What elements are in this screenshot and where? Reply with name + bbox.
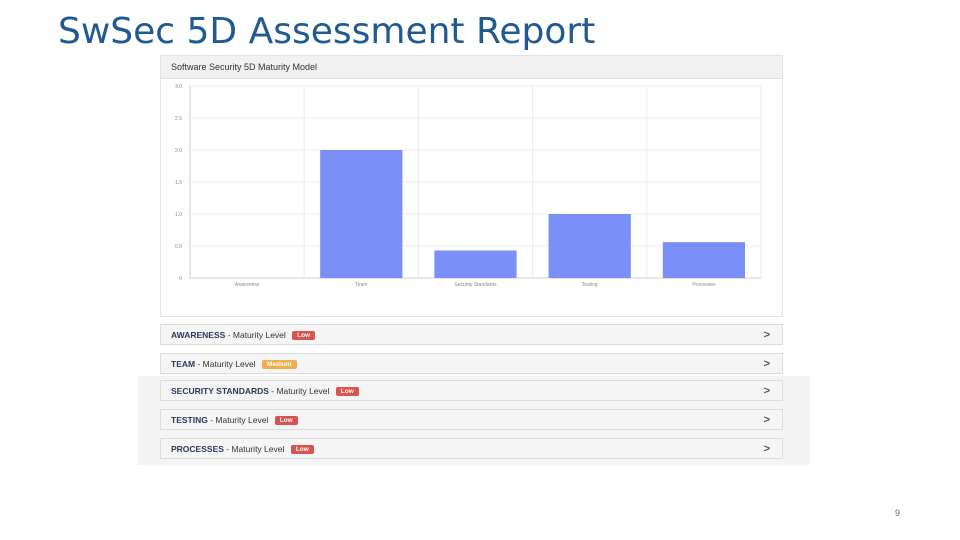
chart-panel-header: Software Security 5D Maturity Model [161, 56, 782, 79]
level-suffix: - Maturity Level [268, 386, 330, 396]
level-suffix: - Maturity Level [223, 444, 285, 454]
status-badge: Medium [261, 360, 297, 370]
level-category: TEAM [171, 359, 196, 369]
x-tick-label: Testing [582, 282, 598, 288]
level-category: AWARENESS [171, 330, 226, 340]
y-tick-label: 0 [179, 276, 182, 282]
x-tick-label: Processes [692, 282, 716, 288]
y-tick-label: 0.5 [175, 244, 182, 250]
level-category: TESTING [171, 415, 208, 425]
maturity-bar-chart: 0 0.5 1.0 1.5 2.0 2.5 3.0 Awareness Team Security… [175, 84, 762, 288]
chevron-right-icon[interactable]: > [764, 381, 770, 401]
level-row-processes[interactable]: PROCESSES - Maturity Level Low > [160, 438, 783, 459]
level-row-security-standards[interactable]: SECURITY STANDARDS - Maturity Level Low … [160, 380, 783, 401]
status-badge: Low [290, 445, 314, 455]
x-tick-label: Security Standards [454, 282, 497, 288]
level-row-testing[interactable]: TESTING - Maturity Level Low > [160, 409, 783, 430]
chart-panel: Software Security 5D Maturity Model 0 0.5… [160, 55, 783, 317]
slide-title: SwSec 5D Assessment Report [58, 11, 596, 50]
chevron-right-icon[interactable]: > [764, 354, 770, 374]
level-suffix: - Maturity Level [225, 330, 286, 340]
bar-testing [548, 214, 631, 278]
level-suffix: - Maturity Level [195, 359, 256, 369]
level-suffix: - Maturity Level [207, 415, 269, 425]
x-tick-label: Awareness [235, 282, 260, 288]
y-tick-label: 1.5 [175, 180, 182, 186]
status-badge: Low [274, 416, 298, 426]
page-number: 9 [895, 508, 901, 518]
chevron-right-icon[interactable]: > [764, 325, 770, 345]
y-tick-label: 1.0 [175, 212, 182, 218]
status-badge: Low [292, 331, 316, 341]
bar-team [320, 150, 403, 278]
level-row-team[interactable]: TEAM - Maturity Level Medium > [160, 353, 783, 374]
y-tick-label: 2.0 [175, 148, 182, 154]
level-row-awareness[interactable]: AWARENESS - Maturity Level Low > [160, 324, 783, 345]
x-tick-label: Team [355, 282, 367, 288]
status-badge: Low [335, 387, 359, 397]
bar-security-standards [434, 250, 517, 278]
chevron-right-icon[interactable]: > [764, 410, 770, 430]
y-tick-label: 3.0 [175, 84, 182, 90]
level-category: PROCESSES [171, 444, 224, 454]
bar-processes [662, 242, 746, 278]
level-category: SECURITY STANDARDS [171, 386, 269, 396]
chevron-right-icon[interactable]: > [764, 439, 770, 459]
y-tick-label: 2.5 [175, 116, 182, 122]
